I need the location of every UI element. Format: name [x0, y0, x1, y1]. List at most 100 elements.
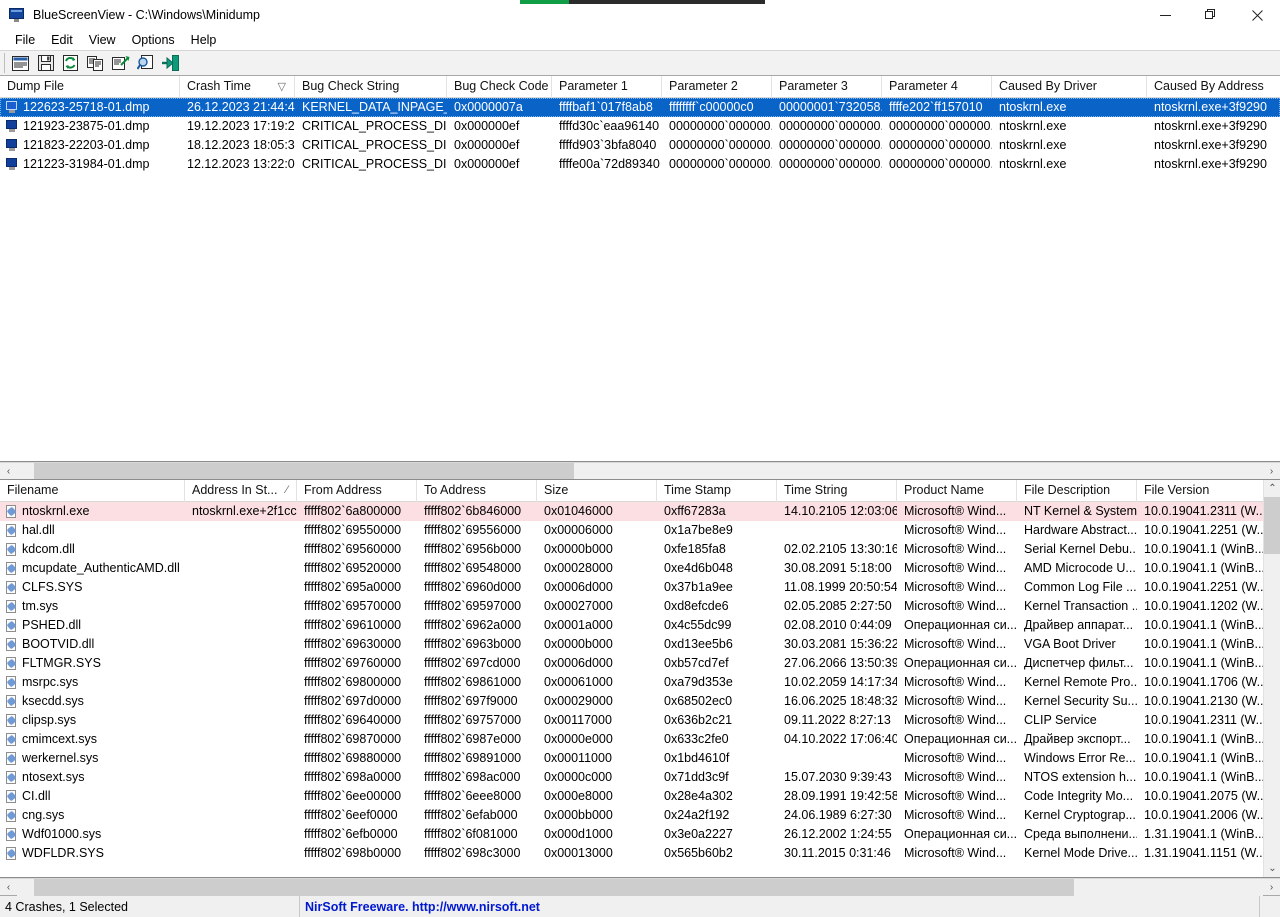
crash-col-6[interactable]: Parameter 3 [772, 76, 882, 98]
crash-table-row[interactable]: 121823-22203-01.dmp 18.12.2023 18:05:35 CR… [0, 136, 1280, 155]
driver-table-row[interactable]: ntosext.sys fffff802`698a0000 fffff802`698… [0, 768, 1280, 787]
exit-icon[interactable] [159, 52, 182, 74]
driver-hscroll-track[interactable] [17, 878, 1263, 896]
minimize-icon[interactable] [1142, 0, 1188, 30]
driver-table-row[interactable]: kdcom.dll fffff802`69560000 fffff802`6956b… [0, 540, 1280, 559]
crash-col-2[interactable]: Bug Check String [295, 76, 447, 98]
close-icon[interactable] [1234, 0, 1280, 30]
driver-col-6[interactable]: Time String [777, 480, 897, 502]
menu-edit[interactable]: Edit [43, 31, 81, 49]
driver-cell-product_name: Microsoft® Wind... [904, 599, 1007, 613]
driver-col-4[interactable]: Size [537, 480, 657, 502]
scroll-right-icon[interactable]: › [1263, 463, 1280, 480]
crash-list-header[interactable]: Dump File Crash Time ▽ Bug Check String Bug … [0, 76, 1280, 98]
driver-table-row[interactable]: clipsp.sys fffff802`69640000 fffff802`6975… [0, 711, 1280, 730]
driver-cell-file_version: 1.31.19041.1 (WinB... [1144, 827, 1265, 841]
crash-hscroll-track[interactable] [17, 462, 1263, 480]
crash-col-8[interactable]: Caused By Driver [992, 76, 1147, 98]
driver-table-row[interactable]: msrpc.sys fffff802`69800000 fffff802`69861… [0, 673, 1280, 692]
driver-col-8[interactable]: File Description [1017, 480, 1137, 502]
driver-cell-size: 0x000bb000 [544, 808, 613, 822]
scroll-up-icon[interactable]: ⌃ [1264, 480, 1280, 497]
advanced-options-icon[interactable] [109, 52, 132, 74]
driver-table-row[interactable]: CLFS.SYS fffff802`695a0000 fffff802`6960d0… [0, 578, 1280, 597]
driver-col-0[interactable]: Filename [0, 480, 185, 502]
scroll-left-icon-2[interactable]: ‹ [0, 879, 17, 896]
driver-table-row[interactable]: cng.sys fffff802`6eef0000 fffff802`6efab00… [0, 806, 1280, 825]
crash-cell-parameter1: ffffe00a`72d89340 [559, 157, 660, 171]
driver-list-header[interactable]: Filename Address In St... ⁄ From Address To … [0, 480, 1280, 502]
driver-list-body[interactable]: ntoskrnl.exe ntoskrnl.exe+2f1cc9 fffff802`… [0, 502, 1280, 869]
driver-hscroll-thumb[interactable] [34, 878, 1074, 896]
scroll-down-icon[interactable]: ⌄ [1264, 860, 1280, 877]
refresh-icon[interactable] [59, 52, 82, 74]
driver-col-5[interactable]: Time Stamp [657, 480, 777, 502]
crash-cell-parameter4: ffffe202`ff157010 [889, 100, 983, 114]
crash-list-body[interactable]: 122623-25718-01.dmp 26.12.2023 21:44:46 KE… [0, 98, 1280, 461]
driver-cell-from_address: fffff802`69800000 [304, 675, 402, 689]
driver-table-row[interactable]: hal.dll fffff802`69550000 fffff802`6955600… [0, 521, 1280, 540]
driver-table-row[interactable]: cmimcext.sys fffff802`69870000 fffff802`69… [0, 730, 1280, 749]
driver-table-row[interactable]: CI.dll fffff802`6ee00000 fffff802`6eee8000… [0, 787, 1280, 806]
driver-cell-time_string: 26.12.2002 1:24:55 [784, 827, 892, 841]
crash-hscroll-thumb[interactable] [34, 462, 574, 480]
crash-col-0[interactable]: Dump File [0, 76, 180, 98]
driver-table-row[interactable]: PSHED.dll fffff802`69610000 fffff802`6962a… [0, 616, 1280, 635]
driver-col-1[interactable]: Address In St... ⁄ [185, 480, 297, 502]
crash-cell-crash_time: 19.12.2023 17:19:21 [187, 119, 295, 133]
crash-col-3[interactable]: Bug Check Code [447, 76, 552, 98]
crash-hscrollbar[interactable]: ‹ › [0, 462, 1280, 480]
driver-table-row[interactable]: werkernel.sys fffff802`69880000 fffff802`6… [0, 749, 1280, 768]
menu-view[interactable]: View [81, 31, 124, 49]
menu-help[interactable]: Help [183, 31, 225, 49]
driver-file-icon [5, 637, 18, 652]
driver-col-9[interactable]: File Version [1137, 480, 1267, 502]
crash-col-1[interactable]: Crash Time ▽ [180, 76, 295, 98]
crash-table-row[interactable]: 121923-23875-01.dmp 19.12.2023 17:19:21 CR… [0, 117, 1280, 136]
find-icon[interactable] [134, 52, 157, 74]
driver-table-row[interactable]: WDFLDR.SYS fffff802`698b0000 fffff802`698c… [0, 844, 1280, 863]
scroll-left-icon[interactable]: ‹ [0, 463, 17, 480]
driver-cell-file_description: Code Integrity Mo... [1024, 789, 1134, 803]
crash-cell-parameter4: 00000000`000000... [889, 157, 992, 171]
driver-col-7[interactable]: Product Name [897, 480, 1017, 502]
menu-options[interactable]: Options [124, 31, 183, 49]
driver-col-2[interactable]: From Address [297, 480, 417, 502]
driver-vscroll-thumb[interactable] [1264, 497, 1280, 554]
properties-icon[interactable] [9, 52, 32, 74]
crash-list-view[interactable]: Dump File Crash Time ▽ Bug Check String Bug … [0, 76, 1280, 462]
driver-table-row[interactable]: ksecdd.sys fffff802`697d0000 fffff802`697f… [0, 692, 1280, 711]
crash-table-row[interactable]: 122623-25718-01.dmp 26.12.2023 21:44:46 KE… [0, 98, 1280, 117]
driver-table-row[interactable]: tm.sys fffff802`69570000 fffff802`69597000… [0, 597, 1280, 616]
status-nirsoft-link[interactable]: NirSoft Freeware. http://www.nirsoft.net [300, 895, 1260, 917]
title-bar: BlueScreenView - C:\Windows\Minidump [0, 0, 1280, 30]
driver-cell-from_address: fffff802`69870000 [304, 732, 402, 746]
driver-table-row[interactable]: BOOTVID.dll fffff802`69630000 fffff802`696… [0, 635, 1280, 654]
menu-file[interactable]: File [7, 31, 43, 49]
crash-col-9[interactable]: Caused By Address [1147, 76, 1280, 98]
driver-table-row[interactable]: mcupdate_AuthenticAMD.dll fffff802`695200… [0, 559, 1280, 578]
driver-cell-time_stamp: 0x68502ec0 [664, 694, 733, 708]
driver-table-row[interactable]: FLTMGR.SYS fffff802`69760000 fffff802`697c… [0, 654, 1280, 673]
crash-cell-caused_by_address: ntoskrnl.exe+3f9290 [1154, 138, 1267, 152]
driver-table-row[interactable]: ntoskrnl.exe ntoskrnl.exe+2f1cc9 fffff802`… [0, 502, 1280, 521]
driver-file-icon [5, 542, 18, 557]
scroll-right-icon-2[interactable]: › [1263, 879, 1280, 896]
driver-cell-filename-text: Wdf01000.sys [22, 827, 102, 841]
driver-vscrollbar[interactable]: ⌃ ⌄ [1263, 480, 1280, 877]
driver-hscrollbar[interactable]: ‹ › [0, 878, 1280, 896]
driver-cell-time_string: 16.06.2025 18:48:32 [784, 694, 897, 708]
crash-col-5[interactable]: Parameter 2 [662, 76, 772, 98]
driver-table-row[interactable]: Wdf01000.sys fffff802`6efb0000 fffff802`6f… [0, 825, 1280, 844]
restore-icon[interactable] [1188, 0, 1234, 30]
save-icon[interactable] [34, 52, 57, 74]
crash-cell-caused_by_address: ntoskrnl.exe+3f9290 [1154, 119, 1267, 133]
crash-col-7[interactable]: Parameter 4 [882, 76, 992, 98]
crash-col-4[interactable]: Parameter 1 [552, 76, 662, 98]
driver-col-3[interactable]: To Address [417, 480, 537, 502]
driver-list-view[interactable]: Filename Address In St... ⁄ From Address To … [0, 479, 1280, 878]
crash-table-row[interactable]: 121223-31984-01.dmp 12.12.2023 13:22:05 CR… [0, 155, 1280, 174]
driver-file-icon [5, 789, 18, 804]
driver-cell-to_address: fffff802`6f081000 [424, 827, 518, 841]
copy-icon[interactable] [84, 52, 107, 74]
